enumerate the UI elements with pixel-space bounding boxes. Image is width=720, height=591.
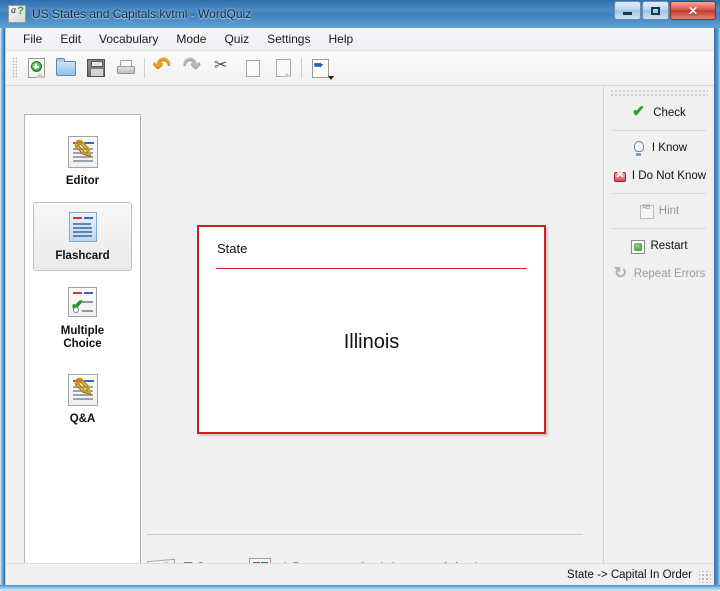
wordquiz-icon: [8, 5, 26, 23]
resize-grip[interactable]: [699, 571, 711, 583]
minimize-icon: [623, 11, 632, 15]
lightbulb-icon: [631, 140, 647, 156]
repeat-errors-icon: [614, 263, 629, 283]
sidebar-item-label: Flashcard: [55, 250, 110, 262]
sidebar-item-label: Multiple Choice: [60, 325, 105, 350]
check-button[interactable]: Check: [604, 99, 714, 127]
sidebar-item-qa[interactable]: Q&A: [33, 365, 132, 434]
application-window: US States and Capitals.kvtml - WordQuiz …: [0, 0, 720, 591]
cut-scissors-icon: [214, 55, 232, 77]
multiple-choice-icon: ✔: [66, 285, 100, 319]
sidebar-item-flashcard[interactable]: Flashcard: [33, 202, 132, 271]
body-area: Editor: [6, 87, 714, 585]
sidebar-item-editor[interactable]: Editor: [33, 127, 132, 196]
window-border-bottom: [0, 585, 720, 591]
menu-quiz[interactable]: Quiz: [215, 29, 258, 49]
stats-divider: [147, 534, 583, 535]
toolbar-separator-2: [301, 58, 302, 78]
undo-icon: [153, 53, 173, 78]
sidebar-item-label: Editor: [65, 175, 100, 187]
maximize-button[interactable]: [642, 1, 669, 20]
menu-settings[interactable]: Settings: [258, 29, 319, 49]
i-know-button[interactable]: I Know: [604, 134, 714, 162]
restart-button[interactable]: Restart: [604, 232, 714, 260]
hint-button[interactable]: Hint: [604, 197, 714, 225]
panel-separator-2: [612, 193, 706, 194]
i-know-button-label: I Know: [651, 142, 688, 154]
quiz-mode-icon: [311, 57, 329, 78]
restart-icon: [631, 239, 646, 254]
paste-button[interactable]: [268, 54, 298, 82]
redo-button[interactable]: [178, 53, 208, 82]
repeat-errors-button[interactable]: Repeat Errors: [604, 260, 714, 288]
flashcard-icon: [66, 210, 100, 244]
flashcard-answer: Illinois: [343, 331, 400, 353]
cut-button[interactable]: [208, 54, 238, 82]
menu-file[interactable]: File: [14, 29, 51, 49]
chevron-down-icon[interactable]: [328, 76, 334, 80]
minimize-button[interactable]: [614, 1, 641, 20]
paste-icon: [275, 59, 291, 77]
check-icon: [632, 102, 648, 121]
status-bar: State -> Capital In Order: [6, 563, 714, 585]
close-icon: ✕: [687, 3, 699, 18]
window-title: US States and Capitals.kvtml - WordQuiz: [32, 7, 252, 21]
toolbar-separator: [144, 58, 145, 78]
sidebar-item-label: Q&A: [69, 413, 96, 425]
flashcard[interactable]: State Illinois: [197, 225, 546, 434]
undo-button[interactable]: [148, 53, 178, 82]
flashcard-divider: [216, 268, 527, 269]
toolbar-gripper[interactable]: [12, 57, 17, 79]
sidebar-container: Editor: [6, 87, 141, 585]
save-button[interactable]: [81, 54, 111, 82]
menu-bar: File Edit Vocabulary Mode Quiz Settings …: [6, 28, 714, 51]
menu-help[interactable]: Help: [319, 29, 362, 49]
quiz-actions-panel: Check I Know I Do Not Know Hint: [603, 87, 714, 563]
print-icon: [116, 60, 136, 76]
new-document-icon: [27, 58, 45, 78]
new-document-button[interactable]: [21, 54, 51, 82]
i-do-not-know-button[interactable]: I Do Not Know: [604, 162, 714, 190]
qa-icon: [66, 372, 100, 407]
menu-edit[interactable]: Edit: [51, 29, 90, 49]
plus-badge-icon: [30, 61, 42, 72]
mode-sidebar: Editor: [24, 114, 141, 585]
quiz-center-area: State Illinois a? 50: [141, 87, 603, 584]
copy-button[interactable]: [238, 54, 268, 82]
redo-icon: [183, 53, 203, 78]
window-controls: ✕: [614, 1, 716, 20]
open-folder-icon: [56, 57, 76, 76]
sidebar-item-multiple-choice[interactable]: ✔ Multiple Choice: [33, 277, 132, 359]
panel-gripper[interactable]: [610, 89, 708, 96]
no-icon: [613, 168, 627, 184]
restart-button-label: Restart: [650, 240, 688, 252]
print-button[interactable]: [111, 54, 141, 82]
open-button[interactable]: [51, 54, 81, 82]
check-button-label: Check: [653, 107, 686, 119]
client-area: File Edit Vocabulary Mode Quiz Settings …: [5, 28, 714, 585]
title-bar: US States and Capitals.kvtml - WordQuiz …: [0, 0, 720, 28]
maximize-icon: [651, 6, 660, 15]
save-floppy-icon: [87, 59, 105, 77]
hint-icon: [639, 204, 654, 219]
menu-vocabulary[interactable]: Vocabulary: [90, 29, 167, 49]
menu-mode[interactable]: Mode: [167, 29, 215, 49]
panel-separator-3: [612, 228, 706, 229]
panel-separator: [612, 130, 706, 131]
hint-button-label: Hint: [658, 205, 680, 217]
repeat-errors-button-label: Repeat Errors: [633, 268, 706, 280]
editor-icon: [66, 134, 100, 169]
close-button[interactable]: ✕: [670, 1, 716, 20]
status-text: State -> Capital In Order: [567, 568, 692, 581]
i-do-not-know-button-label: I Do Not Know: [631, 170, 707, 182]
main-toolbar: [6, 51, 714, 86]
flashcard-title: State: [217, 241, 248, 256]
window-border-right: [714, 28, 720, 591]
copy-icon: [246, 57, 263, 77]
quiz-mode-button[interactable]: [305, 54, 335, 82]
